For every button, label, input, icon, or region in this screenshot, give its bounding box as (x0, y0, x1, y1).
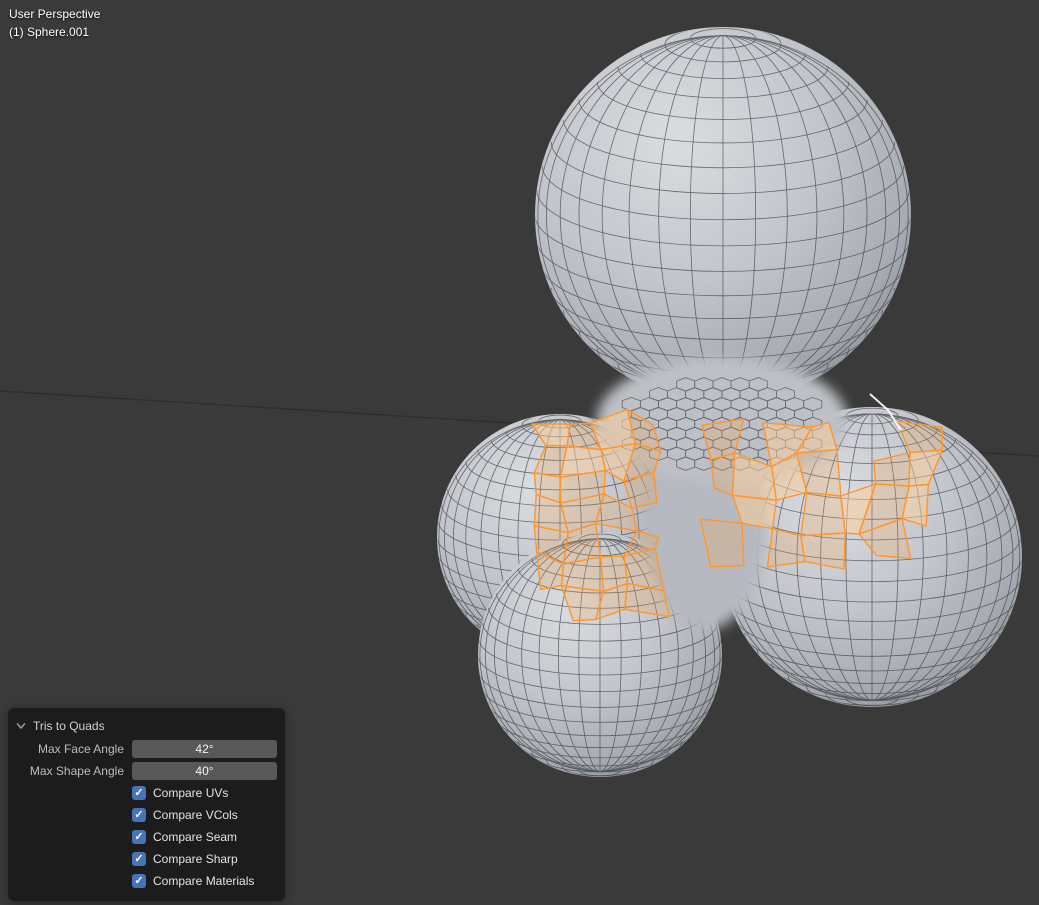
max-shape-angle-row: Max Shape Angle 40° (16, 760, 277, 782)
mesh-top-sphere[interactable] (535, 27, 911, 403)
compare-seam-label: Compare Seam (153, 830, 238, 844)
max-shape-angle-value: 40° (195, 764, 214, 778)
compare-materials-row[interactable]: ✓ Compare Materials (16, 870, 277, 892)
compare-uvs-label: Compare UVs (153, 786, 229, 800)
compare-sharp-row[interactable]: ✓ Compare Sharp (16, 848, 277, 870)
max-face-angle-label: Max Face Angle (37, 742, 124, 756)
compare-vcols-label: Compare VCols (153, 808, 238, 822)
compare-materials-label: Compare Materials (153, 874, 255, 888)
compare-seam-checkbox[interactable]: ✓ (132, 830, 146, 844)
max-face-angle-field[interactable]: 42° (132, 740, 277, 758)
selection-right-patch[interactable] (699, 418, 943, 570)
check-icon: ✓ (134, 874, 144, 887)
max-shape-angle-field[interactable]: 40° (132, 762, 277, 780)
active-object-label: (1) Sphere.001 (9, 25, 90, 39)
operator-panel: Tris to Quads Max Face Angle 42° Max Sha… (8, 708, 285, 901)
view-perspective-label: User Perspective (9, 7, 101, 21)
check-icon: ✓ (134, 852, 144, 865)
compare-uvs-row[interactable]: ✓ Compare UVs (16, 782, 277, 804)
compare-sharp-checkbox[interactable]: ✓ (132, 852, 146, 866)
check-icon: ✓ (134, 786, 144, 799)
panel-title: Tris to Quads (33, 719, 105, 733)
compare-uvs-checkbox[interactable]: ✓ (132, 786, 146, 800)
check-icon: ✓ (134, 830, 144, 843)
max-face-angle-value: 42° (195, 742, 214, 756)
panel-header[interactable]: Tris to Quads (16, 714, 277, 738)
check-icon: ✓ (134, 808, 144, 821)
max-face-angle-row: Max Face Angle 42° (16, 738, 277, 760)
chevron-down-icon (16, 721, 26, 731)
compare-vcols-checkbox[interactable]: ✓ (132, 808, 146, 822)
max-shape-angle-label: Max Shape Angle (29, 764, 124, 778)
viewport-overlay-text: User Perspective (1) Sphere.001 (9, 5, 100, 41)
compare-materials-checkbox[interactable]: ✓ (132, 874, 146, 888)
compare-sharp-label: Compare Sharp (153, 852, 238, 866)
compare-seam-row[interactable]: ✓ Compare Seam (16, 826, 277, 848)
compare-vcols-row[interactable]: ✓ Compare VCols (16, 804, 277, 826)
